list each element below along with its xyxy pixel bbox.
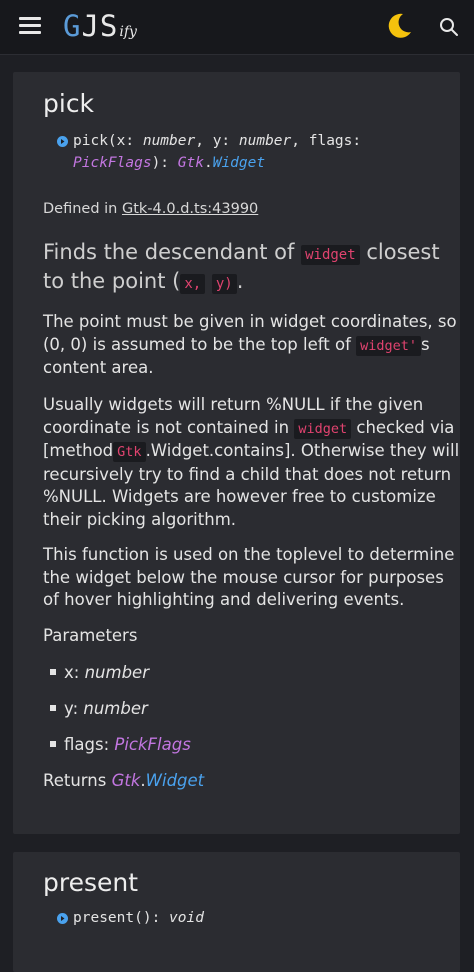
inline-code: y) <box>211 274 237 294</box>
parameters-heading: Parameters <box>43 626 138 645</box>
hamburger-menu-icon[interactable] <box>19 16 41 34</box>
moon-icon[interactable] <box>384 11 414 41</box>
method-signature: present(): void <box>57 907 357 929</box>
defined-in-label: Defined in <box>43 201 122 217</box>
defined-in: Defined in Gtk-4.0.d.ts:43990 <box>43 201 258 217</box>
signature-sep: , y: <box>195 133 239 149</box>
summary-text: . <box>236 269 244 293</box>
parameter-item: flags: PickFlags <box>50 735 191 754</box>
logo-g: G <box>63 9 82 43</box>
parameter-name: flags: <box>64 735 115 754</box>
signature-bullet-icon[interactable] <box>57 913 68 924</box>
returns-type-link[interactable]: Widget <box>146 771 204 790</box>
parameter-name: y: <box>64 699 84 718</box>
signature-sep: , flags: <box>291 133 362 149</box>
signature-text: pick(x: number, y: number, flags: PickFl… <box>73 130 393 174</box>
bullet-icon <box>50 668 56 675</box>
signature-return-type[interactable]: Widget <box>213 155 265 171</box>
parameter-type-link[interactable]: PickFlags <box>114 735 190 754</box>
method-title: present <box>43 868 139 897</box>
signature-y-type: number <box>238 133 292 149</box>
bullet-icon <box>50 704 56 711</box>
returns: Returns Gtk.Widget <box>43 771 204 790</box>
parameter-type: number <box>84 663 149 682</box>
returns-namespace-link[interactable]: Gtk <box>112 771 141 790</box>
description-paragraph-2: Usually widgets will return %NULL if the… <box>43 394 463 531</box>
returns-label: Returns <box>43 771 112 790</box>
inline-code: widget <box>301 245 360 265</box>
method-card-present: present present(): void <box>13 852 460 972</box>
signature-return-namespace[interactable]: Gtk <box>178 155 204 171</box>
parameter-name: x: <box>64 663 85 682</box>
signature-return-type: void <box>169 910 204 926</box>
inline-code: widget <box>294 418 352 439</box>
logo-ify: ify <box>119 24 137 40</box>
inline-code: widget' <box>356 335 422 356</box>
inline-code: Gtk <box>113 442 146 462</box>
parameter-item: y: number <box>50 699 148 718</box>
signature-sep: ): <box>151 155 178 171</box>
search-icon[interactable] <box>439 17 459 37</box>
summary-text: Finds the descendant of <box>43 240 302 264</box>
description-paragraph-1: The point must be given in widget coordi… <box>43 311 463 380</box>
signature-prefix: pick(x: <box>73 133 143 149</box>
description-paragraph-3: This function is used on the toplevel to… <box>43 545 455 609</box>
gjsify-logo[interactable]: G JS ify <box>63 9 137 45</box>
signature-x-type: number <box>142 133 196 149</box>
defined-in-link[interactable]: Gtk-4.0.d.ts:43990 <box>122 201 258 217</box>
signature-flags-type[interactable]: PickFlags <box>73 155 152 171</box>
inline-code: x, <box>180 274 206 294</box>
parameter-item: x: number <box>50 663 149 682</box>
parameter-type: number <box>83 699 148 718</box>
summary-text <box>205 269 212 293</box>
method-card-pick: pick pick(x: number, y: number, flags: P… <box>13 72 460 834</box>
method-title: pick <box>43 89 95 118</box>
method-summary: Finds the descendant of widget closest t… <box>43 239 453 297</box>
signature-bullet-icon[interactable] <box>57 136 68 147</box>
signature-text: present(): void <box>73 907 393 929</box>
top-navigation-bar: G JS ify <box>0 0 474 55</box>
signature-prefix: present(): <box>73 910 170 926</box>
method-signature: pick(x: number, y: number, flags: PickFl… <box>57 130 437 180</box>
signature-dot: . <box>203 155 213 171</box>
bullet-icon <box>50 740 56 747</box>
logo-js: JS <box>81 9 119 43</box>
